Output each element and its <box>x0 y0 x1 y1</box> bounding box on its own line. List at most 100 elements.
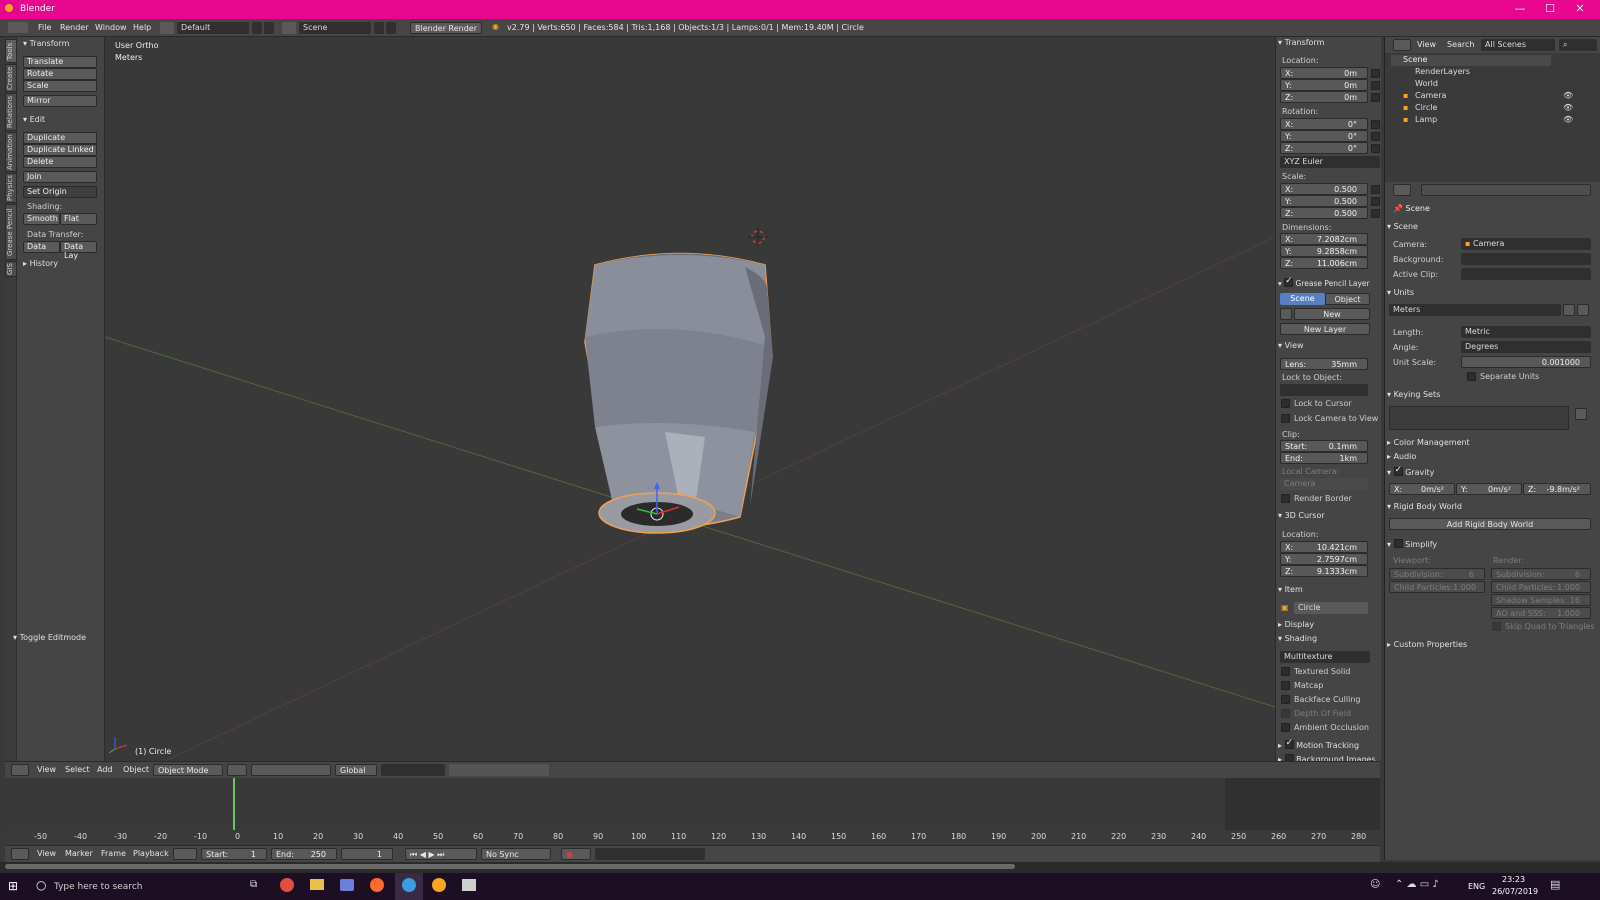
visibility-eye-icon[interactable]: 👁 <box>1563 91 1573 100</box>
taskbar-search-box[interactable]: ○ Type here to search <box>34 875 234 898</box>
tab-physics[interactable]: Physics <box>5 173 17 203</box>
dimensions-z-field[interactable]: Z: 11.006cm <box>1280 257 1368 269</box>
backface-culling-checkbox[interactable] <box>1281 695 1290 704</box>
shading-panel-header[interactable]: ▾ Shading <box>1278 634 1317 643</box>
properties-editor-icon[interactable] <box>1393 184 1411 196</box>
scrollbar-thumb[interactable] <box>5 864 1015 869</box>
matcap-checkbox[interactable] <box>1281 681 1290 690</box>
edit-panel-header[interactable]: ▾ Edit <box>23 115 45 124</box>
scene-panel-header[interactable]: ▾ Scene <box>1387 222 1418 231</box>
rotate-button[interactable]: Rotate <box>23 68 97 80</box>
outliner-row-scene[interactable]: Scene <box>1391 55 1551 66</box>
length-dropdown[interactable]: Metric <box>1461 326 1591 338</box>
gravity-x-field[interactable]: X: 0m/s² <box>1389 483 1455 495</box>
cursor-z-field[interactable]: Z: 9.1333cm <box>1280 565 1368 577</box>
viewport-menu-add[interactable]: Add <box>97 765 113 774</box>
delete-button[interactable]: Delete <box>23 156 97 168</box>
smooth-button[interactable]: Smooth <box>23 213 60 225</box>
outliner-row-circle[interactable]: ▪ Circle <box>1403 103 1553 114</box>
units-preset-dropdown[interactable]: Meters <box>1389 304 1561 316</box>
outliner-view-menu[interactable]: View <box>1417 40 1436 49</box>
lock-object-field[interactable] <box>1280 384 1368 396</box>
outliner-row-renderlayers[interactable]: RenderLayers <box>1403 67 1553 78</box>
firefox-icon[interactable] <box>370 878 384 892</box>
rotation-x-field[interactable]: X: 0° <box>1280 118 1368 130</box>
rigid-body-header[interactable]: ▾ Rigid Body World <box>1387 502 1462 511</box>
notifications-icon[interactable]: ▤ <box>1550 878 1560 891</box>
menu-render[interactable]: Render <box>60 23 88 32</box>
screen-layout-field[interactable]: Default <box>177 22 249 34</box>
outliner-search-menu[interactable]: Search <box>1447 40 1474 49</box>
lock-rotation-z-icon[interactable] <box>1371 144 1380 153</box>
add-keying-set-icon[interactable] <box>1575 408 1587 420</box>
scale-x-field[interactable]: X: 0.500 <box>1280 183 1368 195</box>
maximize-icon[interactable]: ☐ <box>1535 2 1565 15</box>
outliner-editor-icon[interactable] <box>1393 39 1411 51</box>
timeline-menu-marker[interactable]: Marker <box>65 849 93 858</box>
gravity-z-field[interactable]: Z: -9.8m/s² <box>1523 483 1591 495</box>
app-icon[interactable] <box>402 878 416 892</box>
3d-viewport[interactable]: User Ortho Meters (1) Circle <box>105 37 1275 761</box>
unit-scale-field[interactable]: 0.001000 <box>1461 356 1591 368</box>
tab-grease-pencil[interactable]: Grease Pencil <box>5 204 17 260</box>
menu-file[interactable]: File <box>38 23 51 32</box>
simplify-header[interactable]: ▾ Simplify <box>1387 538 1437 549</box>
keying-sets-header[interactable]: ▾ Keying Sets <box>1387 390 1440 399</box>
lock-rotation-y-icon[interactable] <box>1371 132 1380 141</box>
translate-button[interactable]: Translate <box>23 56 97 68</box>
textured-solid-checkbox[interactable] <box>1281 667 1290 676</box>
bottom-scrollbar[interactable] <box>0 862 1600 873</box>
grease-object-tab[interactable]: Object <box>1325 293 1370 305</box>
clip-end-field[interactable]: End: 1km <box>1280 452 1368 464</box>
file-explorer-icon[interactable] <box>310 879 324 890</box>
chrome-icon[interactable] <box>280 878 294 892</box>
remove-preset-icon[interactable] <box>1577 304 1589 316</box>
pivot-manipulator-icons[interactable] <box>251 764 331 776</box>
viewport-menu-select[interactable]: Select <box>65 765 90 774</box>
blender-taskbar-icon[interactable] <box>432 878 446 892</box>
outliner-row-world[interactable]: World <box>1403 79 1553 90</box>
editor-type-icon[interactable] <box>8 22 28 33</box>
tray-icons[interactable]: ⌃ ☁ ▭ ♪ <box>1395 879 1439 890</box>
scale-z-field[interactable]: Z: 0.500 <box>1280 207 1368 219</box>
location-x-field[interactable]: X: 0m <box>1280 67 1368 79</box>
grease-pencil-header[interactable]: ▾ Grease Pencil Layer <box>1278 276 1370 288</box>
scene-field[interactable]: Scene <box>299 22 371 34</box>
lock-camera-checkbox[interactable] <box>1281 414 1290 423</box>
add-scene-icon[interactable] <box>374 22 384 34</box>
photos-icon[interactable] <box>462 879 476 891</box>
minimize-icon[interactable]: — <box>1505 2 1535 15</box>
clip-start-field[interactable]: Start: 0.1mm <box>1280 440 1368 452</box>
render-engine-dropdown[interactable]: Blender Render <box>410 22 482 34</box>
visibility-eye-icon[interactable]: 👁 <box>1563 103 1573 112</box>
scene-icon[interactable] <box>282 22 296 34</box>
outliner-search-input[interactable]: ⌕ <box>1559 39 1597 51</box>
scale-button[interactable]: Scale <box>23 80 97 92</box>
add-rigid-body-button[interactable]: Add Rigid Body World <box>1389 518 1591 530</box>
lock-to-cursor-checkbox[interactable] <box>1281 399 1290 408</box>
item-name-field[interactable]: Circle <box>1294 602 1368 614</box>
units-panel-header[interactable]: ▾ Units <box>1387 288 1414 297</box>
render-border-checkbox[interactable] <box>1281 494 1290 503</box>
task-view-icon[interactable]: ⧉ <box>250 879 257 890</box>
location-z-field[interactable]: Z: 0m <box>1280 91 1368 103</box>
remove-scene-icon[interactable] <box>386 22 396 34</box>
lock-location-y-icon[interactable] <box>1371 81 1380 90</box>
flat-button[interactable]: Flat <box>60 213 97 225</box>
lock-scale-z-icon[interactable] <box>1371 209 1380 218</box>
lens-field[interactable]: Lens: 35mm <box>1280 358 1368 370</box>
duplicate-linked-button[interactable]: Duplicate Linked <box>23 144 97 156</box>
dimensions-x-field[interactable]: X: 7.2082cm <box>1280 233 1368 245</box>
viewport-menu-object[interactable]: Object <box>123 765 149 774</box>
viewport-menu-view[interactable]: View <box>37 765 56 774</box>
current-frame-indicator[interactable] <box>233 778 235 830</box>
display-panel-header[interactable]: ▸ Display <box>1278 620 1314 629</box>
tab-create[interactable]: Create <box>5 64 17 92</box>
custom-properties-header[interactable]: ▸ Custom Properties <box>1387 640 1467 649</box>
playback-controls[interactable]: ⏮ ◀ ▶ ⏭ <box>405 848 477 860</box>
timeline-menu-playback[interactable]: Playback <box>133 849 169 858</box>
outliner-filter-dropdown[interactable]: All Scenes <box>1481 39 1555 51</box>
duplicate-button[interactable]: Duplicate <box>23 132 97 144</box>
keying-sets-list[interactable] <box>1389 406 1569 430</box>
remove-layout-icon[interactable] <box>264 22 274 34</box>
